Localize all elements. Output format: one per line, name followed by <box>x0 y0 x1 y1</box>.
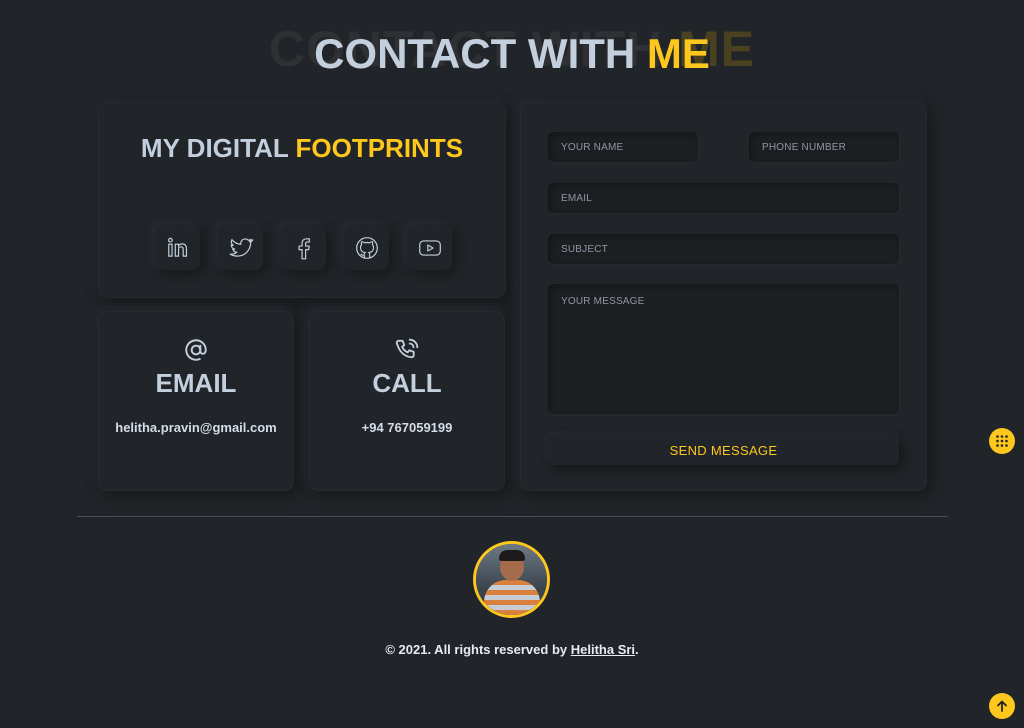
footprints-title: MY DIGITAL FOOTPRINTS <box>140 133 464 163</box>
linkedin-icon <box>167 237 187 257</box>
title-prefix: CONTACT WITH <box>314 30 647 77</box>
page-title: CONTACT WITH ME <box>0 30 1024 78</box>
footer-divider <box>77 516 948 517</box>
phone-icon <box>395 338 419 359</box>
contact-form: SEND MESSAGE <box>520 102 927 491</box>
email-title: EMAIL <box>155 368 237 398</box>
github-link[interactable] <box>344 225 389 270</box>
twitter-icon <box>229 237 254 257</box>
youtube-icon <box>418 239 441 256</box>
arrow-up-icon <box>997 700 1007 712</box>
linkedin-link[interactable] <box>155 225 200 270</box>
menu-toggle-button[interactable] <box>989 428 1015 454</box>
send-message-button[interactable]: SEND MESSAGE <box>548 435 899 465</box>
digital-footprints-card: MY DIGITAL FOOTPRINTS <box>98 102 506 298</box>
email-input[interactable] <box>548 183 899 213</box>
section-heading: CONTACT WITH ME CONTACT WITH ME <box>0 14 1024 84</box>
facebook-link[interactable] <box>281 225 326 270</box>
scroll-to-top-button[interactable] <box>989 693 1015 719</box>
grid-dots-icon <box>996 435 1008 447</box>
social-links <box>155 225 452 270</box>
copyright-text: © 2021. All rights reserved by Helitha S… <box>385 642 639 657</box>
github-icon <box>355 236 378 259</box>
message-textarea[interactable] <box>548 284 899 414</box>
avatar <box>473 541 550 618</box>
call-title: CALL <box>372 368 442 398</box>
facebook-icon <box>297 237 310 259</box>
at-sign-icon <box>185 339 207 361</box>
title-highlight: ME <box>646 30 710 77</box>
twitter-link[interactable] <box>218 225 263 270</box>
phone-number[interactable]: +94 767059199 <box>310 420 504 435</box>
subject-input[interactable] <box>548 234 899 264</box>
phone-input[interactable] <box>749 132 899 162</box>
call-card: CALL +94 767059199 <box>309 311 505 491</box>
author-link[interactable]: Helitha Sri <box>571 642 635 657</box>
email-address[interactable]: helitha.pravin@gmail.com <box>99 420 293 435</box>
email-card: EMAIL helitha.pravin@gmail.com <box>98 311 294 491</box>
youtube-link[interactable] <box>407 225 452 270</box>
name-input[interactable] <box>548 132 698 162</box>
